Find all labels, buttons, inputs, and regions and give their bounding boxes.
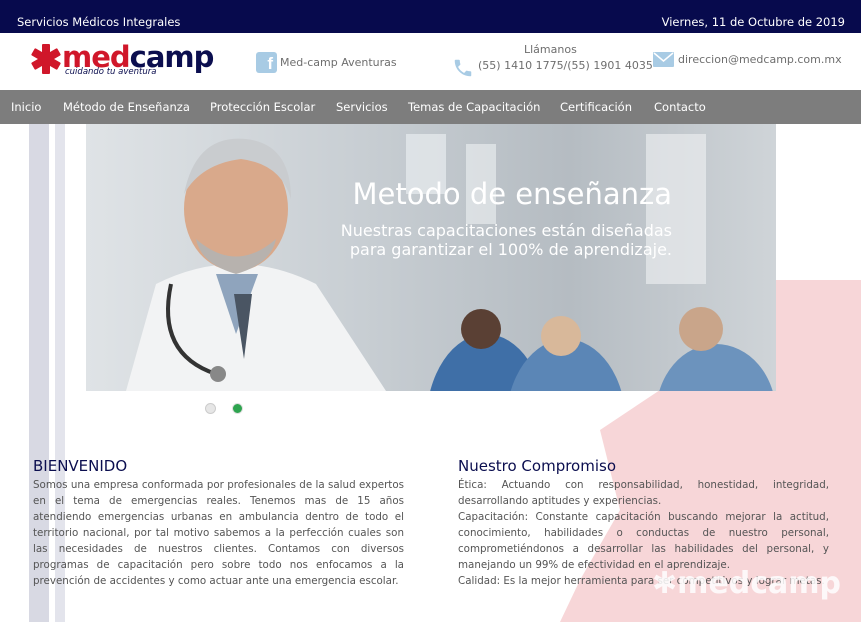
- nav-item-inicio[interactable]: Inicio: [11, 100, 41, 114]
- nav-item-metodo[interactable]: Método de Enseñanza: [63, 100, 190, 114]
- nav-item-servicios[interactable]: Servicios: [336, 100, 388, 114]
- facebook-label: Med-camp Aventuras: [280, 56, 397, 69]
- phone-contact[interactable]: Llámanos (55) 1410 1775/(55) 1901 4035: [452, 43, 653, 79]
- nav-item-contacto[interactable]: Contacto: [654, 100, 706, 114]
- logo-tagline: cuidando tu aventura: [65, 67, 157, 77]
- hero-subtitle-line1: Nuestras capacitaciones están diseñadas: [340, 221, 672, 240]
- logo[interactable]: medcamp cuidando tu aventura: [30, 40, 220, 82]
- welcome-heading: BIENVENIDO: [33, 457, 128, 475]
- tagline-text: Servicios Médicos Integrales: [17, 15, 181, 29]
- top-bar: Servicios Médicos Integrales Viernes, 11…: [0, 0, 861, 33]
- envelope-icon: [653, 52, 674, 67]
- phone-icon: [454, 59, 472, 77]
- date-text: Viernes, 11 de Octubre de 2019: [661, 15, 845, 29]
- slider-dot-1[interactable]: [205, 403, 216, 414]
- slider-dot-2-active[interactable]: [232, 403, 243, 414]
- star-of-life-icon: [31, 44, 61, 74]
- hero-subtitle-line2: para garantizar el 100% de aprendizaje.: [349, 240, 672, 259]
- star-of-life-icon: ✱: [652, 566, 678, 601]
- welcome-section: BIENVENIDO Somos una empresa conformada …: [33, 457, 404, 589]
- welcome-body: Somos una empresa conformada por profesi…: [33, 479, 404, 587]
- email-contact[interactable]: direccion@medcamp.com.mx: [653, 52, 842, 67]
- hero-slider[interactable]: Metodo de enseñanza Nuestras capacitacio…: [86, 124, 776, 391]
- facebook-icon: f: [256, 52, 277, 73]
- hero-subtitle: Nuestras capacitaciones están diseñadas …: [341, 221, 672, 259]
- main-nav: Inicio Método de Enseñanza Protección Es…: [0, 90, 861, 124]
- commitment-etica: Ética: Actuando con responsabilidad, hon…: [458, 479, 829, 507]
- commitment-capacitacion: Capacitación: Constante capacitación bus…: [458, 511, 829, 571]
- facebook-link[interactable]: f Med-camp Aventuras: [256, 52, 397, 73]
- commitment-heading: Nuestro Compromiso: [458, 457, 617, 475]
- phone-numbers: (55) 1410 1775/(55) 1901 4035: [478, 59, 653, 72]
- hero-title: Metodo de enseñanza: [352, 177, 672, 211]
- watermark-logo: ✱medcamp: [652, 566, 841, 601]
- call-label: Llámanos: [524, 43, 577, 56]
- watermark-text: medcamp: [677, 566, 841, 601]
- nav-item-certificacion[interactable]: Certificación: [560, 100, 632, 114]
- nav-item-proteccion[interactable]: Protección Escolar: [210, 100, 315, 114]
- nav-item-temas[interactable]: Temas de Capacitación: [408, 100, 540, 114]
- email-address: direccion@medcamp.com.mx: [678, 53, 842, 66]
